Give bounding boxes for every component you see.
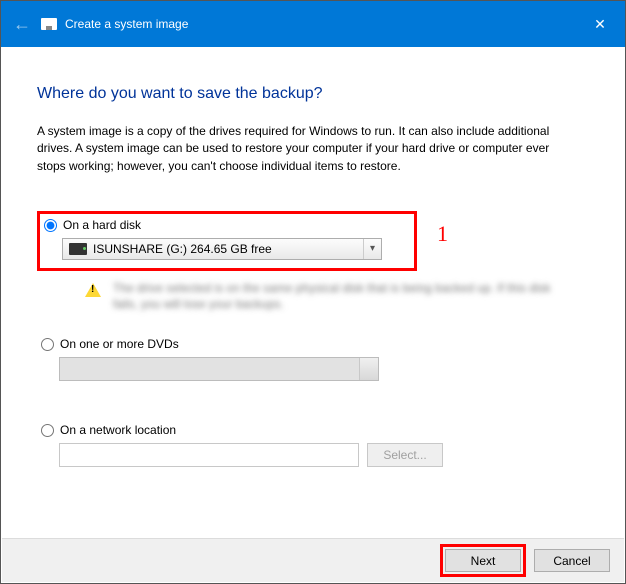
chevron-down-icon: ▾ — [363, 239, 381, 259]
hard-disk-option-group: On a hard disk ISUNSHARE (G:) 264.65 GB … — [37, 211, 417, 271]
annotation-1: 1 — [437, 221, 448, 247]
network-label[interactable]: On a network location — [60, 423, 176, 437]
network-option-group: On a network location Select... — [41, 423, 589, 467]
network-select-button: Select... — [367, 443, 443, 467]
network-radio[interactable] — [41, 424, 54, 437]
warning-icon — [85, 283, 101, 297]
dvd-option-group: On one or more DVDs — [41, 337, 589, 381]
title-bar: ← Create a system image ✕ — [1, 1, 625, 47]
cancel-button[interactable]: Cancel — [534, 549, 610, 572]
close-icon: ✕ — [594, 16, 606, 33]
warning-row: The drive selected is on the same physic… — [85, 281, 589, 309]
back-arrow-icon: ← — [13, 15, 31, 33]
drive-icon — [69, 243, 87, 255]
next-button-highlight: Next — [440, 544, 526, 577]
window-title: Create a system image — [65, 17, 188, 31]
close-button[interactable]: ✕ — [575, 1, 625, 47]
hard-disk-label[interactable]: On a hard disk — [63, 218, 141, 232]
dialog-footer: Next Cancel — [2, 538, 624, 582]
content-area: Where do you want to save the backup? A … — [1, 47, 625, 467]
hard-disk-drive-value: ISUNSHARE (G:) 264.65 GB free — [93, 242, 272, 256]
page-description: A system image is a copy of the drives r… — [37, 123, 557, 175]
page-heading: Where do you want to save the backup? — [37, 85, 589, 103]
network-path-input[interactable] — [59, 443, 359, 467]
dvd-radio[interactable] — [41, 338, 54, 351]
dvd-drive-combo — [59, 357, 379, 381]
app-icon — [41, 16, 57, 32]
dvd-label[interactable]: On one or more DVDs — [60, 337, 179, 351]
next-button[interactable]: Next — [445, 549, 521, 572]
hard-disk-drive-combo[interactable]: ISUNSHARE (G:) 264.65 GB free ▾ — [62, 238, 382, 260]
warning-text: The drive selected is on the same physic… — [113, 281, 553, 309]
hard-disk-radio[interactable] — [44, 219, 57, 232]
